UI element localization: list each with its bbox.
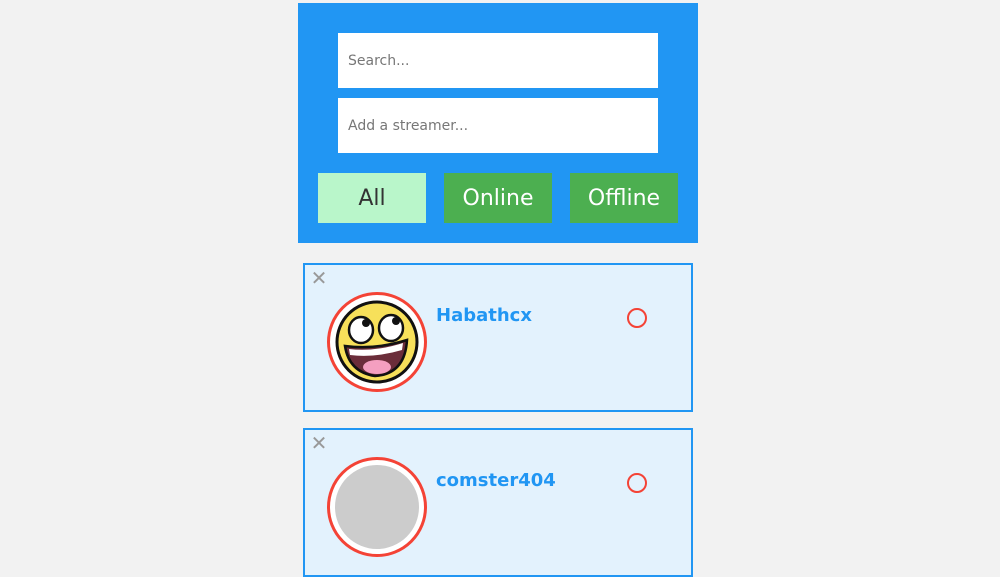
avatar-ring [327,292,427,392]
avatar-ring [327,457,427,557]
close-icon[interactable]: ✕ [309,268,329,288]
streamer-name-link[interactable]: comster404 [436,470,556,491]
search-input[interactable] [338,33,658,88]
avatar[interactable] [335,300,419,384]
control-panel: All Online Offline [298,3,698,243]
status-ring-icon [627,308,647,328]
filter-all-button[interactable]: All [318,173,426,223]
add-streamer-input[interactable] [338,98,658,153]
streamer-card: ✕ comster404 [303,428,693,577]
filter-online-button[interactable]: Online [444,173,552,223]
avatar[interactable] [335,465,419,549]
close-icon[interactable]: ✕ [309,433,329,453]
streamer-name-link[interactable]: Habathcx [436,305,532,326]
streamer-card: ✕ Habathcx [303,263,693,412]
filter-offline-button[interactable]: Offline [570,173,678,223]
awesome-face-icon [335,300,419,384]
status-ring-icon [627,473,647,493]
